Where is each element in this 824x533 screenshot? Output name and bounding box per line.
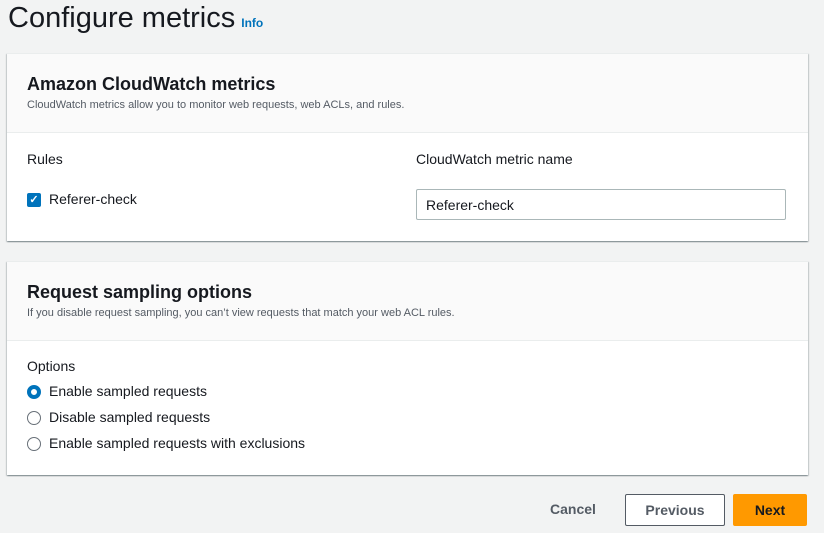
rule-checkbox[interactable]: ✓	[27, 193, 41, 207]
cloudwatch-metrics-panel: Amazon CloudWatch metrics CloudWatch met…	[7, 53, 808, 241]
radio-enable-sampled[interactable]	[27, 385, 41, 399]
metric-name-input[interactable]	[416, 189, 786, 220]
metric-name-label: CloudWatch metric name	[416, 151, 573, 167]
checkmark-icon: ✓	[29, 194, 39, 206]
panel-description: CloudWatch metrics allow you to monitor …	[27, 99, 405, 111]
cancel-button[interactable]: Cancel	[540, 494, 606, 526]
page-title: Configure metrics Info	[8, 0, 263, 41]
next-button[interactable]: Next	[733, 494, 807, 526]
panel-title: Amazon CloudWatch metrics	[27, 74, 276, 94]
panel-description: If you disable request sampling, you can…	[27, 307, 455, 319]
radio-disable-sampled[interactable]	[27, 411, 41, 425]
rule-label: Referer-check	[49, 191, 137, 207]
request-sampling-panel: Request sampling options If you disable …	[7, 261, 808, 475]
options-label: Options	[27, 358, 76, 374]
panel-title: Request sampling options	[27, 282, 253, 302]
info-link[interactable]: Info	[241, 16, 263, 30]
panel-header: Amazon CloudWatch metrics CloudWatch met…	[7, 54, 808, 133]
radio-enable-with-exclusions[interactable]	[27, 437, 41, 451]
option-label[interactable]: Disable sampled requests	[49, 409, 210, 425]
option-label[interactable]: Enable sampled requests with exclusions	[49, 435, 305, 451]
previous-button[interactable]: Previous	[625, 494, 725, 526]
rules-label: Rules	[27, 151, 63, 167]
option-label[interactable]: Enable sampled requests	[49, 383, 207, 399]
panel-header: Request sampling options If you disable …	[7, 262, 808, 341]
page-title-text: Configure metrics	[8, 2, 236, 34]
